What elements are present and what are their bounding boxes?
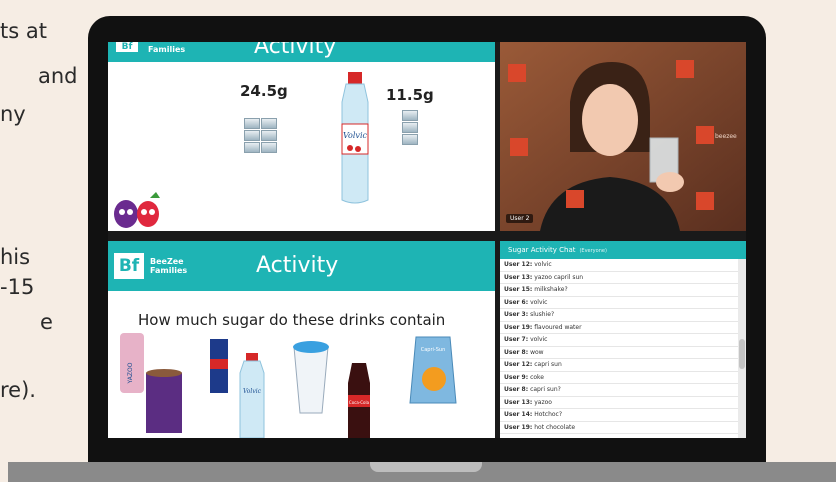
- svg-text:Capri-Sun: Capri-Sun: [421, 347, 446, 353]
- chat-message: User 9: coke: [500, 372, 738, 384]
- caption-line: -15: [0, 275, 35, 299]
- chat-scrollbar[interactable]: [738, 259, 746, 438]
- chat-message: User 6: volvic: [500, 297, 738, 309]
- chat-message-text: yazoo: [534, 398, 552, 406]
- presenter-video: beezee: [500, 42, 746, 231]
- chat-message-text: capri sun: [534, 361, 562, 368]
- caption-line: ny: [0, 102, 26, 126]
- chat-message-user: User 12:: [504, 261, 533, 268]
- svg-text:Volvic: Volvic: [243, 388, 262, 395]
- svg-text:Coca-Cola: Coca-Cola: [349, 400, 370, 405]
- video-user-label: User 2: [506, 214, 534, 223]
- chat-message: User 8: wow: [500, 347, 738, 359]
- sugar-amount-right: 11.5g: [386, 86, 434, 104]
- bottom-slide-panel: Bf BeeZee Families Activity How much sug…: [108, 241, 495, 438]
- chat-message: User 7: volvic: [500, 334, 738, 347]
- volvic-bottle-image: Volvic: [341, 72, 369, 204]
- video-feed-panel[interactable]: beezee User 2: [500, 42, 746, 231]
- caption-line: ts at: [0, 19, 47, 43]
- chat-message-user: User 15:: [504, 286, 533, 293]
- chat-audience-badge[interactable]: (Everyone): [579, 248, 606, 254]
- chat-message: User 14: Hotchoc?: [500, 409, 738, 422]
- chat-message-user: User 8:: [504, 386, 529, 393]
- chat-message-text: volvic: [534, 261, 552, 268]
- chat-message-text: Hotchoc?: [534, 411, 563, 418]
- chat-message-text: yazoo capril sun: [534, 273, 584, 281]
- chat-title: Sugar Activity Chat: [508, 246, 576, 254]
- brand-name-line2: Families: [150, 266, 188, 275]
- background-caption: ts at and ny his -15 e re).: [0, 0, 90, 482]
- chat-panel: Sugar Activity Chat (Everyone) User 12: v…: [500, 241, 746, 438]
- svg-text:YAZOO: YAZOO: [127, 362, 134, 384]
- chat-message-text: milkshake?: [534, 286, 568, 293]
- chat-message-user: User 12:: [504, 361, 533, 368]
- chat-message: User 12: capri sun: [500, 359, 738, 372]
- laptop-notch: [370, 462, 482, 472]
- chat-message-list[interactable]: User 12: volvic User 13: yazoo capril sun…: [500, 259, 738, 438]
- mascot-characters: [114, 192, 160, 228]
- chat-message-user: User 6:: [504, 298, 529, 306]
- chat-message: User 13: yazoo: [500, 397, 738, 409]
- brand-name-line1: BeeZee: [150, 257, 184, 266]
- brand-logo: Bf: [116, 42, 138, 52]
- chat-message-user: User 13:: [504, 273, 533, 281]
- chat-message-text: hot chocolate: [534, 423, 576, 431]
- chat-scroll-thumb[interactable]: [739, 339, 745, 369]
- chat-message-text: flavoured water: [534, 323, 582, 331]
- chat-message-text: wow: [530, 348, 544, 356]
- laptop-base: [8, 462, 836, 482]
- chat-message-text: slushie?: [530, 311, 555, 318]
- caption-line: and: [38, 64, 78, 88]
- laptop-screen: Bf Families Activity 24.5g 11.5g Volvic: [108, 42, 746, 438]
- caption-line: his: [0, 245, 31, 269]
- chat-message-user: User 19:: [504, 423, 533, 431]
- chat-message-user: User 7:: [504, 336, 529, 343]
- chat-message: User 12: volvic: [500, 259, 738, 272]
- slide-title: Activity: [254, 42, 337, 59]
- slide-title: Activity: [256, 253, 339, 278]
- drinks-row-image: YAZOO Volvic Coca-Cola Capri-Sun: [120, 333, 457, 438]
- chat-message-user: User 8:: [504, 348, 529, 356]
- chat-message-user: User 13:: [504, 398, 533, 406]
- chat-message-user: User 3:: [504, 311, 529, 318]
- chat-message: User 15: milkshake?: [500, 284, 738, 297]
- chat-message: User 19: flavoured water: [500, 322, 738, 334]
- chat-message-text: volvic: [530, 298, 548, 306]
- svg-text:beezee: beezee: [715, 133, 737, 140]
- chat-message: User 19: hot chocolate: [500, 422, 738, 434]
- chat-message: User 8: capri sun?: [500, 384, 738, 397]
- chat-message-text: coke: [530, 373, 544, 381]
- chat-header: Sugar Activity Chat (Everyone): [500, 241, 746, 259]
- chat-message: User 3: slushie?: [500, 309, 738, 322]
- caption-line: re).: [0, 378, 36, 402]
- brand-name: Families: [148, 45, 186, 54]
- chat-message: User 13: yazoo capril sun: [500, 272, 738, 284]
- slide-question: How much sugar do these drinks contain: [138, 311, 446, 329]
- chat-message-text: volvic: [530, 336, 548, 343]
- chat-message-text: capri sun?: [530, 386, 561, 393]
- svg-text:Volvic: Volvic: [343, 131, 367, 140]
- chat-message-user: User 14:: [504, 411, 533, 418]
- sugar-amount-left: 24.5g: [240, 82, 288, 100]
- chat-message-user: User 19:: [504, 323, 533, 331]
- brand-logo: Bf: [114, 253, 144, 279]
- top-slide-panel: Bf Families Activity 24.5g 11.5g Volvic: [108, 42, 495, 231]
- chat-message-user: User 9:: [504, 373, 529, 381]
- caption-line: e: [40, 310, 53, 334]
